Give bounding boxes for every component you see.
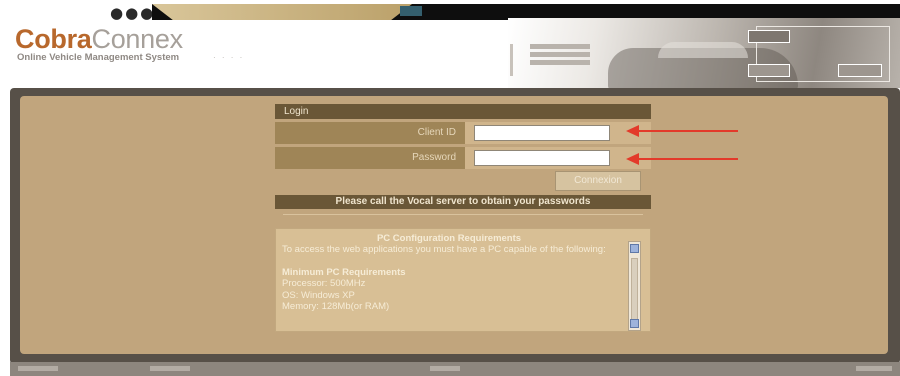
banner-text-block	[530, 44, 590, 68]
password-row: Password	[275, 147, 651, 169]
requirements-title: PC Configuration Requirements	[376, 233, 522, 244]
decorative-dots: · · · ·	[213, 53, 245, 62]
password-input[interactable]	[474, 150, 610, 166]
app-header: ●●● CobraConnex Online Vehicle Managemen…	[0, 0, 900, 88]
banner-divider	[510, 44, 513, 76]
banner-link-2[interactable]	[748, 64, 790, 77]
client-id-input[interactable]	[474, 125, 610, 141]
password-notice: Please call the Vocal server to obtain y…	[275, 195, 651, 209]
brand-name-part1: Cobra	[15, 24, 92, 54]
banner-link-1[interactable]	[748, 30, 790, 43]
scroll-down-icon[interactable]	[630, 319, 639, 328]
scroll-up-icon[interactable]	[630, 244, 639, 253]
requirements-panel: PC Configuration Requirements To access …	[275, 228, 651, 332]
client-id-label: Client ID	[275, 122, 465, 144]
header-banner-image	[508, 18, 900, 88]
brand-logo[interactable]: CobraConnex	[15, 26, 183, 53]
tab-accent	[400, 6, 422, 16]
requirements-intro: To access the web applications you must …	[282, 244, 606, 255]
requirements-text: To access the web applications you must …	[282, 244, 622, 313]
banner-link-3[interactable]	[838, 64, 882, 77]
req-processor: Processor: 500MHz	[282, 278, 366, 289]
red-arrow-icon	[626, 125, 738, 137]
scrollbar-thumb[interactable]	[631, 258, 638, 320]
requirements-scrollbar[interactable]	[628, 241, 641, 331]
window-dots: ●●●	[110, 4, 156, 22]
password-label: Password	[275, 147, 465, 169]
req-memory: Memory: 128Mb(or RAM)	[282, 301, 390, 312]
divider-line	[283, 214, 643, 215]
connect-button[interactable]: Connexion	[555, 171, 641, 191]
req-os: OS: Windows XP	[282, 289, 355, 301]
client-id-row: Client ID	[275, 122, 651, 144]
login-header: Login	[275, 104, 651, 119]
car-windshield	[658, 42, 748, 58]
status-bar	[10, 362, 900, 376]
min-requirements-heading: Minimum PC Requirements	[282, 266, 406, 278]
brand-tagline: Online Vehicle Management System	[17, 52, 180, 63]
active-tab-decoration	[152, 4, 412, 20]
brand-name-part2: Connex	[91, 24, 184, 54]
red-arrow-icon	[626, 153, 738, 165]
